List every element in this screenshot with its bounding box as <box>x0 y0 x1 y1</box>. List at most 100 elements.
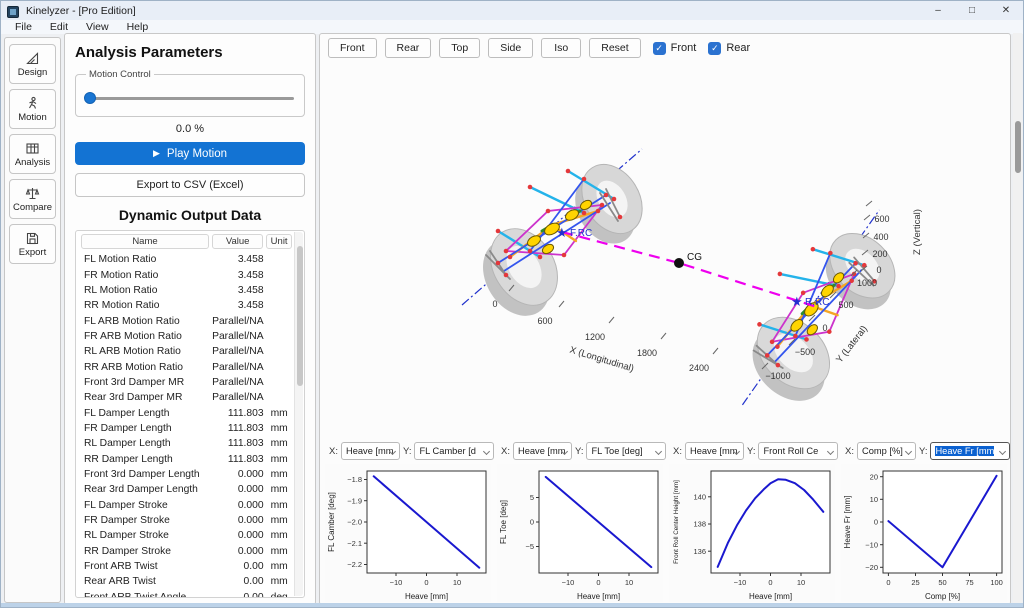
table-row: Rear 3rd Damper MRParallel/NA <box>81 390 292 405</box>
window-scrollbar[interactable] <box>1013 33 1022 603</box>
cell-unit: mm <box>264 454 292 465</box>
cell-unit: mm <box>264 469 292 480</box>
maximize-button[interactable]: □ <box>955 1 989 20</box>
cell-value: 111.803 <box>211 408 263 419</box>
chart-2: −1001050−5Heave [mm]FL Toe [deg] <box>494 464 666 604</box>
x-axis-select-2[interactable]: Heave [mm <box>513 442 572 460</box>
svg-text:0: 0 <box>822 323 827 333</box>
header-cell-unit[interactable]: Unit <box>266 234 292 249</box>
chevron-down-icon <box>655 448 662 455</box>
cell-value: 0.00 <box>211 592 263 598</box>
sidebar-item-analysis[interactable]: Analysis <box>9 134 56 174</box>
play-icon: ▶ <box>153 148 160 159</box>
motion-slider-track[interactable] <box>86 97 294 100</box>
sidebar-item-label: Export <box>19 247 46 258</box>
cell-name: Front 3rd Damper Length <box>81 469 211 480</box>
suspension-3d-view[interactable]: CG ★ F.RC ★ R.RC 0 600 1200 1800 2400 X … <box>320 60 1010 438</box>
header-cell-value[interactable]: Value <box>212 234 263 249</box>
output-table-header: NameValueUnit <box>81 234 292 249</box>
cell-name: FL Damper Stroke <box>81 500 211 511</box>
view-button-top[interactable]: Top <box>439 38 480 58</box>
cell-value: 3.458 <box>211 270 263 281</box>
svg-text:−500: −500 <box>795 347 815 357</box>
x-axis-select-1[interactable]: Heave [mm <box>341 442 400 460</box>
combo-value: Heave Fr [mm <box>935 446 994 456</box>
svg-text:−2.2: −2.2 <box>347 560 362 569</box>
cell-value: 3.458 <box>211 300 263 311</box>
sidebar-item-compare[interactable]: Compare <box>9 179 56 219</box>
output-title: Dynamic Output Data <box>75 207 305 223</box>
view-button-side[interactable]: Side <box>488 38 533 58</box>
cell-name: Front ARB Twist Angle <box>81 592 211 598</box>
close-button[interactable]: ✕ <box>989 1 1023 20</box>
sidebar-item-motion[interactable]: Motion <box>9 89 56 129</box>
mini-chart: 0255075100−20−1001020Comp [%]Heave Fr [m… <box>841 464 1007 602</box>
motion-slider-thumb[interactable] <box>84 92 96 104</box>
y-axis-select-4[interactable]: Heave Fr [mm <box>930 442 1010 460</box>
menu-help[interactable]: Help <box>119 21 157 33</box>
mini-chart: −10010136138140Heave [mm]Front Roll Cent… <box>669 464 835 602</box>
table-row: RL Damper Length111.803mm <box>81 436 292 451</box>
header-cell-name[interactable]: Name <box>81 234 209 249</box>
front-visibility-checkbox[interactable]: ✓Front <box>653 42 697 55</box>
table-row: FR Damper Length111.803mm <box>81 421 292 436</box>
cg-label: CG <box>687 252 702 263</box>
play-motion-button[interactable]: ▶ Play Motion <box>75 142 305 165</box>
cell-value: 0.000 <box>211 484 263 495</box>
view-button-front[interactable]: Front <box>328 38 377 58</box>
view-button-iso[interactable]: Iso <box>541 38 581 58</box>
view-button-rear[interactable]: Rear <box>385 38 432 58</box>
y-axis-title: Y (Lateral) <box>834 324 870 366</box>
y-axis-select-2[interactable]: FL Toe [deg] <box>586 442 666 460</box>
table-row: Rear 3rd Damper Length0.000mm <box>81 482 292 497</box>
y-axis-select-3[interactable]: Front Roll Ce <box>758 442 838 460</box>
cell-value: 111.803 <box>211 454 263 465</box>
cell-value: Parallel/NA <box>211 377 263 388</box>
svg-text:FL Toe [deg]: FL Toe [deg] <box>499 500 508 544</box>
table-scrollbar[interactable] <box>294 232 303 596</box>
svg-text:200: 200 <box>872 249 887 259</box>
svg-text:0: 0 <box>596 578 600 587</box>
cell-unit: mm <box>264 530 292 541</box>
minimize-button[interactable]: – <box>921 1 955 20</box>
view-button-reset[interactable]: Reset <box>589 38 640 58</box>
rear-rc-label: R.RC <box>805 297 829 308</box>
menu-file[interactable]: File <box>7 21 40 33</box>
menu-view[interactable]: View <box>78 21 117 33</box>
export-csv-button[interactable]: Export to CSV (Excel) <box>75 173 305 197</box>
checkbox-rear-icon: ✓ <box>708 42 721 55</box>
svg-text:0: 0 <box>530 518 534 527</box>
table-row: FR Motion Ratio3.458 <box>81 267 292 282</box>
table-row: RR Damper Stroke0.000mm <box>81 544 292 559</box>
output-table-body: FL Motion Ratio3.458FR Motion Ratio3.458… <box>81 252 292 598</box>
y-axis-select-1[interactable]: FL Camber [d <box>414 442 494 460</box>
cell-name: FR Damper Stroke <box>81 515 211 526</box>
cell-value: 0.000 <box>211 469 263 480</box>
motion-slider[interactable] <box>84 92 296 104</box>
window-scrollbar-thumb[interactable] <box>1015 121 1021 173</box>
svg-text:Heave [mm]: Heave [mm] <box>405 592 448 601</box>
svg-text:10: 10 <box>453 578 461 587</box>
design-icon <box>25 51 40 66</box>
window-bottom-edge <box>1 603 1023 607</box>
x-axis-select-4[interactable]: Comp [%] <box>857 442 916 460</box>
x-axis-select-3[interactable]: Heave [mm <box>685 442 744 460</box>
svg-text:600: 600 <box>537 316 552 326</box>
table-row: RL Damper Stroke0.000mm <box>81 528 292 543</box>
cell-value: 0.00 <box>211 576 263 587</box>
cell-name: Front ARB Twist <box>81 561 211 572</box>
svg-text:Comp [%]: Comp [%] <box>925 592 960 601</box>
svg-text:400: 400 <box>873 232 888 242</box>
svg-text:25: 25 <box>911 578 919 587</box>
axis-selectors-2: X:Heave [mmY:FL Toe [deg] <box>494 440 666 462</box>
sidebar-item-export[interactable]: Export <box>9 224 56 264</box>
menu-edit[interactable]: Edit <box>42 21 76 33</box>
y-axis-label: Y: <box>575 446 583 457</box>
y-axis-label: Y: <box>403 446 411 457</box>
rear-visibility-checkbox[interactable]: ✓Rear <box>708 42 750 55</box>
chart-1: −10010−1.8−1.9−2.0−2.1−2.2Heave [mm]FL C… <box>322 464 494 604</box>
table-row: FL Motion Ratio3.458 <box>81 252 292 267</box>
svg-text:136: 136 <box>693 547 706 556</box>
sidebar-item-design[interactable]: Design <box>9 44 56 84</box>
table-scrollbar-thumb[interactable] <box>297 246 303 386</box>
